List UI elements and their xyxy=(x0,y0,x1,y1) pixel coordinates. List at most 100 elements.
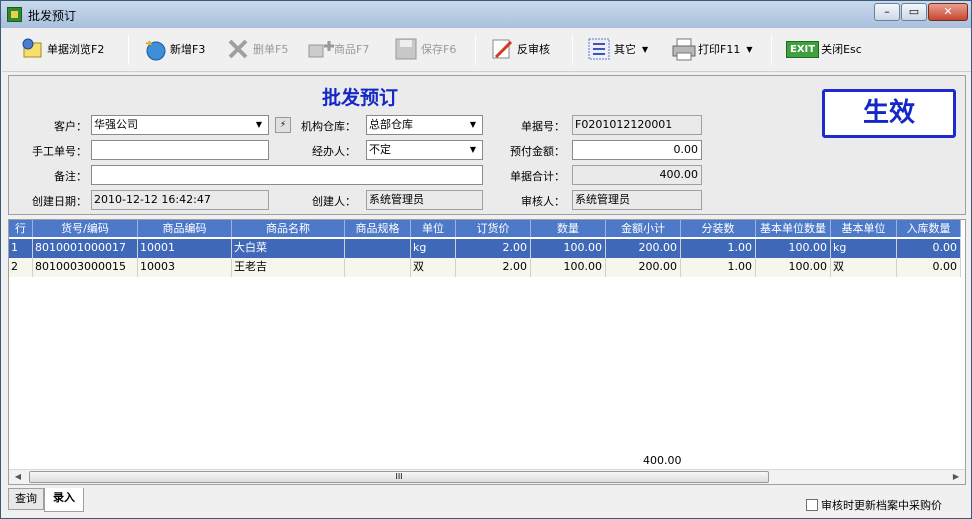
table-cell: 2.00 xyxy=(456,239,531,258)
customer-label: 客户： xyxy=(54,120,87,133)
new-button[interactable]: 新增F3 xyxy=(143,33,205,65)
prepay-input[interactable]: 0.00 xyxy=(572,140,702,160)
toolbar: 单据浏览F2 新增F3 删单F5 商品F7 保存F6 反审核 其它 ▼ 打印F1… xyxy=(2,28,971,72)
column-header[interactable]: 商品规格 xyxy=(345,220,411,237)
note-input[interactable] xyxy=(91,165,483,185)
delete-label: 删单F5 xyxy=(253,43,289,56)
table-cell: 1.00 xyxy=(681,258,756,277)
exit-icon: EXIT xyxy=(786,40,820,58)
reviewer-label: 审核人： xyxy=(521,195,565,208)
document-browse-icon xyxy=(20,37,44,61)
tab-query[interactable]: 查询 xyxy=(8,488,44,510)
doc-number-field: F0201012120001 xyxy=(572,115,702,135)
print-label: 打印F11 xyxy=(698,43,741,56)
customer-value: 华强公司 xyxy=(94,118,138,131)
column-header[interactable]: 基本单位数量 xyxy=(756,220,831,237)
table-cell: 大白菜 xyxy=(232,239,345,258)
creator-field: 系统管理员 xyxy=(366,190,483,210)
table-cell xyxy=(345,258,411,277)
unapprove-button[interactable]: 反审核 xyxy=(490,33,550,65)
grid-header: 行 货号/编码 商品编码 商品名称 商品规格 单位 订货价 数量 金额小计 分装… xyxy=(9,220,961,237)
checkbox-box[interactable] xyxy=(806,499,818,511)
creator-label: 创建人： xyxy=(312,195,356,208)
created-date-field: 2010-12-12 16:42:47 xyxy=(91,190,269,210)
status-stamp: 生效 xyxy=(822,89,956,138)
table-cell xyxy=(345,239,411,258)
table-cell: 2.00 xyxy=(456,258,531,277)
table-cell: 双 xyxy=(411,258,456,277)
scroll-left-icon[interactable]: ◀ xyxy=(11,471,25,483)
column-header[interactable]: 分装数 xyxy=(681,220,756,237)
save-label: 保存F6 xyxy=(421,43,457,56)
manual-number-input[interactable] xyxy=(91,140,269,160)
column-header[interactable]: 商品编码 xyxy=(138,220,232,237)
table-cell: kg xyxy=(411,239,456,258)
doc-total-field: 400.00 xyxy=(572,165,702,185)
warehouse-combo[interactable]: 总部仓库 ▼ xyxy=(366,115,483,135)
scroll-thumb[interactable]: III xyxy=(29,471,769,483)
table-row[interactable]: 1 8010001000017 10001 大白菜 kg 2.00 100.00… xyxy=(9,239,961,258)
table-cell: 王老吉 xyxy=(232,258,345,277)
minimize-button[interactable]: – xyxy=(874,3,900,21)
manual-number-label: 手工单号： xyxy=(32,145,87,158)
column-header[interactable]: 订货价 xyxy=(456,220,531,237)
form-heading: 批发预订 xyxy=(322,87,399,109)
column-header[interactable]: 金额小计 xyxy=(606,220,681,237)
browse-docs-button[interactable]: 单据浏览F2 xyxy=(20,33,104,65)
other-label: 其它 xyxy=(614,43,636,56)
save-disk-icon xyxy=(394,37,418,61)
close-label: 关闭Esc xyxy=(821,43,862,56)
column-header[interactable]: 单位 xyxy=(411,220,456,237)
other-menu-button[interactable]: 其它 ▼ xyxy=(587,33,648,65)
dropdown-arrow-icon[interactable]: ▼ xyxy=(465,142,481,158)
column-header[interactable]: 数量 xyxy=(531,220,606,237)
table-row[interactable]: 2 8010003000015 10003 王老吉 双 2.00 100.00 … xyxy=(9,258,961,277)
dropdown-arrow-icon[interactable]: ▼ xyxy=(251,117,267,133)
column-header[interactable]: 基本单位 xyxy=(831,220,897,237)
customer-combo[interactable]: 华强公司 ▼ xyxy=(91,115,269,135)
scroll-right-icon[interactable]: ▶ xyxy=(949,471,963,483)
handler-label: 经办人： xyxy=(312,145,356,158)
table-cell: 2 xyxy=(9,258,33,277)
list-grid-icon xyxy=(587,37,611,61)
save-button[interactable]: 保存F6 xyxy=(394,33,456,65)
table-cell: 8010003000015 xyxy=(33,258,138,277)
close-button[interactable]: EXIT 关闭Esc xyxy=(786,33,862,65)
column-header[interactable]: 货号/编码 xyxy=(33,220,138,237)
column-header[interactable]: 行 xyxy=(9,220,33,237)
column-header[interactable]: 商品名称 xyxy=(232,220,345,237)
table-cell: 200.00 xyxy=(606,258,681,277)
delete-x-icon xyxy=(226,37,250,61)
tab-entry[interactable]: 录入 xyxy=(44,488,84,512)
table-cell: 1 xyxy=(9,239,33,258)
restore-button[interactable]: ▭ xyxy=(901,3,927,21)
print-button[interactable]: 打印F11 ▼ xyxy=(671,33,752,65)
delete-button[interactable]: 删单F5 xyxy=(226,33,288,65)
table-cell: 100.00 xyxy=(756,239,831,258)
dropdown-arrow-icon[interactable]: ▼ xyxy=(465,117,481,133)
table-cell: 10001 xyxy=(138,239,232,258)
table-cell: kg xyxy=(831,239,897,258)
horizontal-scrollbar[interactable]: ◀ III ▶ xyxy=(9,469,965,484)
table-cell: 1.00 xyxy=(681,239,756,258)
close-window-button[interactable]: ✕ xyxy=(928,3,968,21)
table-cell: 100.00 xyxy=(531,258,606,277)
header-form: 批发预订 生效 客户： 华强公司 ▼ ⚡ 机构仓库： 总部仓库 ▼ 单据号： F… xyxy=(8,75,966,215)
table-cell: 200.00 xyxy=(606,239,681,258)
update-purchase-price-checkbox[interactable]: 审核时更新档案中采购价 xyxy=(806,497,942,513)
product-button[interactable]: 商品F7 xyxy=(307,33,369,65)
doc-total-label: 单据合计： xyxy=(510,170,565,183)
checkbox-label: 审核时更新档案中采购价 xyxy=(821,499,942,512)
column-header[interactable]: 入库数量 xyxy=(897,220,961,237)
product-add-icon xyxy=(307,37,334,61)
handler-combo[interactable]: 不定 ▼ xyxy=(366,140,483,160)
table-cell: 100.00 xyxy=(756,258,831,277)
table-cell: 双 xyxy=(831,258,897,277)
created-date-label: 创建日期： xyxy=(32,195,87,208)
reviewer-field: 系统管理员 xyxy=(572,190,702,210)
note-label: 备注： xyxy=(54,170,87,183)
handler-value: 不定 xyxy=(369,143,391,156)
app-window: 批发预订 – ▭ ✕ 单据浏览F2 新增F3 删单F5 商品F7 保存F6 反审… xyxy=(0,0,972,519)
bottom-tabs: 查询 录入 xyxy=(8,488,84,512)
printer-icon xyxy=(671,37,696,61)
